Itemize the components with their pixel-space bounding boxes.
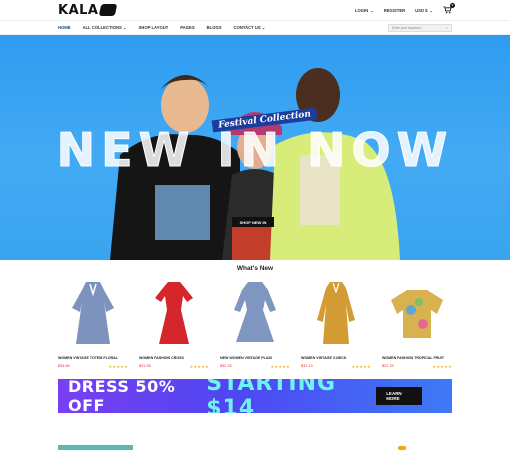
nav-blogs[interactable]: BLOGS [207,25,222,30]
product-image[interactable] [382,276,452,350]
product-list: WOMEN VINTAGE TOTEM FLORAL $34.56 ★★★★★ W… [0,276,510,376]
product-name[interactable]: NEW WOMEN VINTAGE PLAID [220,356,290,360]
product-price: $32.76 [220,364,232,368]
product-price: $31.06 [139,364,151,368]
search-placeholder: Enter your keyword... [392,25,424,30]
product-card[interactable]: WOMEN FASHION CROSS $31.06 ★★★★★ [139,276,209,376]
product-card[interactable]: WOMEN VINTAGE TOTEM FLORAL $34.56 ★★★★★ [58,276,128,376]
next-section-image [398,446,406,450]
hero-headline: NEW IN NOW [56,123,454,177]
product-name[interactable]: WOMEN VINTAGE TOTEM FLORAL [58,356,128,360]
logo[interactable]: KALA [58,2,118,18]
promo-starting-text: STARTING $14 [206,379,337,413]
product-price: $32.13 [301,364,313,368]
product-image[interactable] [139,276,209,350]
product-image[interactable] [301,276,371,350]
nav-shop-layout[interactable]: SHOP LAYOUT [139,25,169,30]
rating-stars: ★★★★★ [108,364,128,369]
nav-home[interactable]: HOME [58,25,71,30]
rating-stars: ★★★★★ [351,364,371,369]
promo-banner[interactable]: DRESS 50% OFF STARTING $14 LEARN MORE [58,379,452,413]
logo-mark-icon [99,4,118,16]
product-price: $22.76 [382,364,394,368]
product-card[interactable]: WOMEN FASHION TROPICAL FRUIT $22.76 ★★★★★ [382,276,452,376]
product-image[interactable] [58,276,128,350]
search-input[interactable]: Enter your keyword... ⌕ [388,23,452,32]
currency-selector[interactable]: USD $ ⌄ [415,8,433,13]
login-link[interactable]: LOGIN ⌄ [355,8,374,13]
promo-discount-text: DRESS 50% OFF [68,379,176,413]
nav-all-collections[interactable]: ALL COLLECTIONS ⌄ [83,25,127,30]
product-name[interactable]: WOMEN FASHION CROSS [139,356,209,360]
chevron-down-icon: ⌄ [370,7,374,13]
account-bar: LOGIN ⌄ REGISTER USD $ ⌄ 0 [355,3,455,14]
register-link[interactable]: REGISTER [384,8,405,13]
product-name[interactable]: WOMEN FASHION TROPICAL FRUIT [382,356,452,360]
top-bar: KALA LOGIN ⌄ REGISTER USD $ ⌄ 0 [0,0,510,20]
rating-stars: ★★★★★ [270,364,290,369]
logo-text: KALA [58,2,99,18]
product-name[interactable]: WOMEN VINTAGE V-NECK [301,356,371,360]
product-price: $34.56 [58,364,70,368]
rating-stars: ★★★★★ [432,364,452,369]
shop-new-in-button[interactable]: SHOP NEW IN [232,217,274,227]
main-nav: HOME ALL COLLECTIONS ⌄ SHOP LAYOUT PAGES… [0,20,510,35]
product-card[interactable]: WOMEN VINTAGE V-NECK $32.13 ★★★★★ [301,276,371,376]
next-section-image [58,445,133,450]
nav-pages[interactable]: PAGES [180,25,194,30]
rating-stars: ★★★★★ [189,364,209,369]
learn-more-button[interactable]: LEARN MORE [376,387,422,405]
product-image[interactable] [220,276,290,350]
hero-banner: Festival Collection NEW IN NOW SHOP NEW … [0,35,510,260]
nav-contact-us[interactable]: CONTACT US ⌄ [234,25,266,30]
search-icon[interactable]: ⌕ [446,26,448,30]
chevron-down-icon: ⌄ [429,7,433,13]
section-title: What's New [236,265,274,272]
product-card[interactable]: NEW WOMEN VINTAGE PLAID $32.76 ★★★★★ [220,276,290,376]
cart-button[interactable]: 0 [443,3,455,14]
cart-count-badge: 0 [450,3,455,8]
